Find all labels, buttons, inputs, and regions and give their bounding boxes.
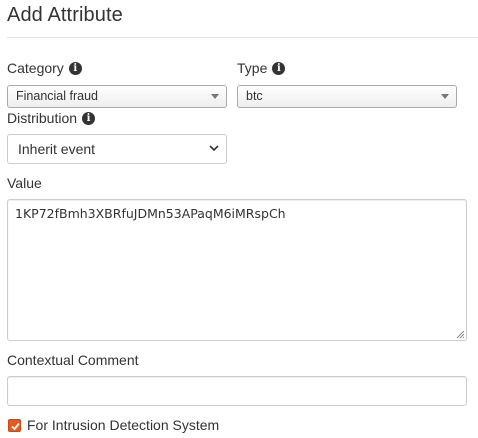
value-textarea[interactable]: 1KP72fBmh3XBRfuJDMn53APaqM6iMRspCh: [7, 199, 467, 341]
category-info-icon[interactable]: i: [68, 61, 82, 75]
type-info-icon[interactable]: i: [272, 61, 286, 75]
ids-checkbox[interactable]: [8, 419, 21, 432]
category-select-value: Financial fraud: [16, 89, 98, 103]
distribution-label-row: Distribution i: [7, 110, 96, 126]
category-select[interactable]: Financial fraud: [7, 85, 227, 108]
checkmark-icon: [11, 422, 20, 431]
value-label: Value: [7, 175, 42, 191]
resize-handle-icon[interactable]: [455, 329, 465, 339]
comment-label-row: Contextual Comment: [7, 352, 139, 368]
distribution-select-value: Inherit event: [18, 141, 96, 157]
type-label-row: Type i: [237, 60, 286, 76]
category-label: Category: [7, 60, 64, 76]
comment-input[interactable]: [7, 376, 467, 406]
ids-label-row: For Intrusion Detection System: [27, 417, 219, 433]
distribution-select[interactable]: Inherit event: [7, 134, 227, 164]
distribution-info-icon[interactable]: i: [82, 111, 96, 125]
chevron-down-icon: [209, 145, 219, 152]
distribution-label: Distribution: [7, 110, 78, 126]
category-label-row: Category i: [7, 60, 82, 76]
form-title: Add Attribute: [7, 4, 123, 26]
value-label-row: Value: [7, 175, 42, 191]
caret-down-icon: [211, 94, 219, 99]
caret-down-icon: [441, 94, 449, 99]
type-label: Type: [237, 60, 268, 76]
type-select[interactable]: btc: [237, 85, 457, 108]
comment-label: Contextual Comment: [7, 352, 139, 368]
type-select-value: btc: [246, 89, 263, 103]
ids-label[interactable]: For Intrusion Detection System: [27, 417, 219, 433]
title-divider: [7, 37, 478, 38]
value-text: 1KP72fBmh3XBRfuJDMn53APaqM6iMRspCh: [15, 206, 286, 221]
